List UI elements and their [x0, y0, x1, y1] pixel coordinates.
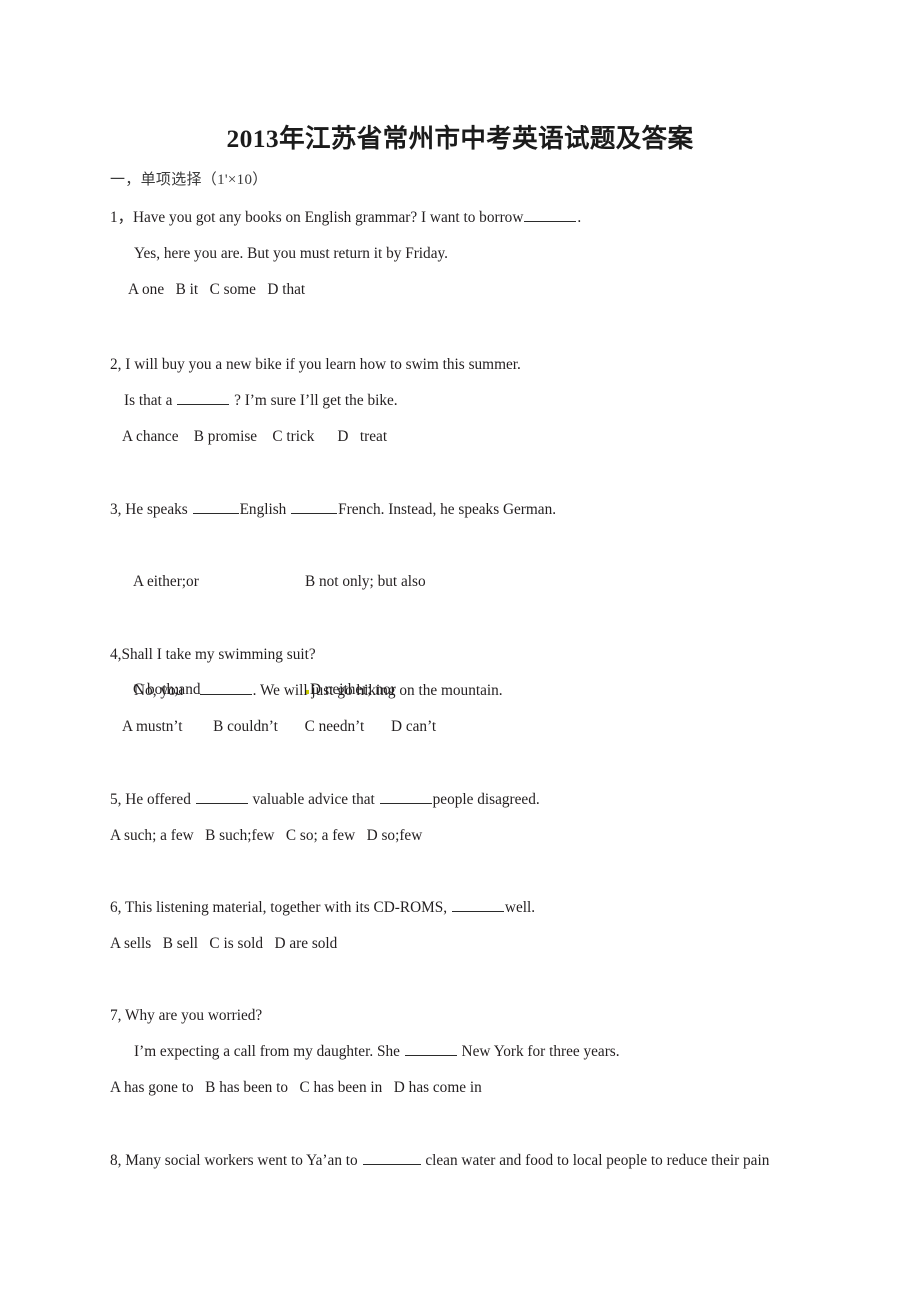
- question-stem-post: well.: [504, 899, 536, 916]
- question-stem-pre: 8, Many social workers went to Ya’an to: [110, 1152, 362, 1169]
- question-stem: 5, He offered valuable advice that peopl…: [110, 782, 910, 818]
- question-stem: 7, Why are you worried?: [110, 1007, 263, 1024]
- question-block-2: 2, I will buy you a new bike if you lear…: [110, 347, 910, 455]
- question-reply: I’m expecting a call from my daughter. S…: [134, 1034, 910, 1070]
- question-block-7: 7, Why are you worried? I’m expecting a …: [110, 998, 910, 1106]
- question-stem: 6, This listening material, together wit…: [110, 890, 910, 926]
- question-block-4: 4,Shall I take my swimming suit? No, you…: [110, 637, 910, 745]
- question-reply-post: New York for three years.: [457, 1043, 620, 1060]
- question-block-5: 5, He offered valuable advice that peopl…: [110, 782, 910, 854]
- question-reply-post: ? I’m sure I’ll get the bike.: [230, 392, 398, 409]
- question-block-1: 1，Have you got any books on English gram…: [110, 200, 910, 308]
- question-stem: 1，Have you got any books on English gram…: [110, 200, 910, 236]
- option-a: A either;or: [132, 573, 199, 590]
- question-stem-post: French. Instead, he speaks German.: [338, 501, 557, 518]
- answer-blank: [404, 1041, 457, 1056]
- question-stem-text: 1，Have you got any books on English gram…: [110, 209, 524, 226]
- question-stem-mid: valuable advice that: [248, 791, 379, 808]
- answer-blank: [177, 390, 230, 405]
- question-reply-pre: I’m expecting a call from my daughter. S…: [134, 1043, 404, 1060]
- question-reply: Yes, here you are. But you must return i…: [134, 245, 448, 262]
- question-stem-tail: .: [577, 209, 582, 226]
- question-stem: 4,Shall I take my swimming suit?: [110, 646, 316, 663]
- answer-blank: [524, 207, 577, 222]
- question-stem-pre: 6, This listening material, together wit…: [110, 899, 451, 916]
- question-stem: 8, Many social workers went to Ya’an to …: [110, 1143, 910, 1179]
- question-options: A sells B sell C is sold D are sold: [110, 935, 338, 952]
- document-page: 2013年江苏省常州市中考英语试题及答案 一，单项选择（1'×10） 1，Hav…: [0, 0, 920, 1302]
- question-options: A mustn’t B couldn’t C needn’t D can’t: [122, 718, 437, 735]
- answer-blank: [192, 499, 239, 514]
- question-block-8: 8, Many social workers went to Ya’an to …: [110, 1143, 910, 1179]
- question-stem-mid: English: [239, 501, 291, 518]
- question-reply: No, you . We will just go hiking on the …: [134, 673, 910, 709]
- page-title: 2013年江苏省常州市中考英语试题及答案: [226, 124, 694, 153]
- question-stem: 2, I will buy you a new bike if you lear…: [110, 356, 521, 373]
- question-stem: 3, He speaks English French. Instead, he…: [110, 492, 910, 528]
- answer-blank: [199, 680, 252, 695]
- question-reply: Is that a ? I’m sure I’ll get the bike.: [124, 383, 910, 419]
- question-reply-pre: Is that a: [124, 392, 177, 409]
- question-options: A has gone to B has been to C has been i…: [110, 1079, 482, 1096]
- question-reply-post: . We will just go hiking on the mountain…: [252, 682, 503, 699]
- question-options: A chance B promise C trick D treat: [122, 428, 388, 445]
- section-heading: 一，单项选择（1'×10）: [110, 172, 268, 188]
- question-options: A one B it C some D that: [128, 281, 306, 298]
- answer-blank: [195, 789, 248, 804]
- question-options: A such; a few B such;few C so; a few D s…: [110, 827, 423, 844]
- answer-blank: [291, 499, 338, 514]
- question-stem-pre: 5, He offered: [110, 791, 195, 808]
- answer-blank: [362, 1150, 421, 1165]
- question-stem-post: clean water and food to local people to …: [421, 1152, 770, 1169]
- question-block-6: 6, This listening material, together wit…: [110, 890, 910, 962]
- question-stem-post: people disagreed.: [432, 791, 540, 808]
- question-reply-pre: No, you: [134, 682, 199, 699]
- question-stem-pre: 3, He speaks: [110, 501, 192, 518]
- option-b: B not only; but also: [304, 573, 426, 590]
- answer-blank: [451, 897, 504, 912]
- question-options-row: A either;or B not only; but also: [110, 528, 910, 636]
- answer-blank: [379, 789, 432, 804]
